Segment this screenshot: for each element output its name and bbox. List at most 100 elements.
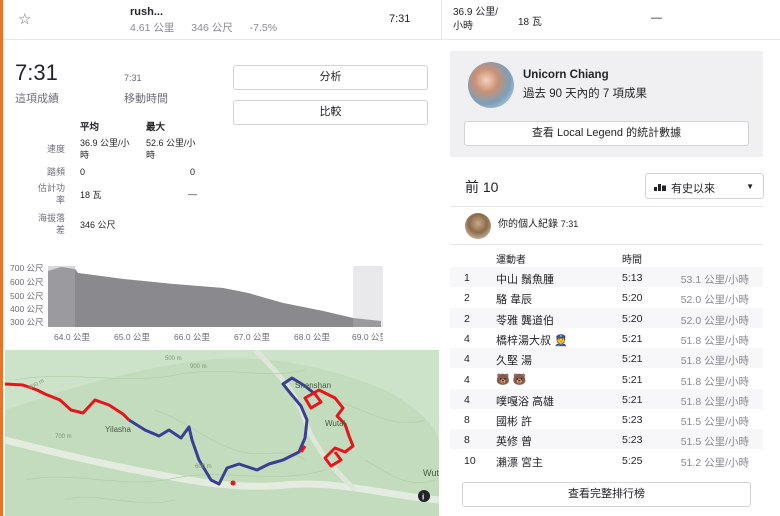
effort-time[interactable]: 5:13 bbox=[622, 272, 642, 284]
table-row[interactable]: 1 中山 鬚魚腫 5:13 53.1 公里/小時 bbox=[450, 267, 763, 287]
effort-speed: 51.8 公里/小時 bbox=[680, 375, 749, 388]
analysis-button[interactable]: 分析 bbox=[233, 65, 428, 90]
effort-time[interactable]: 5:23 bbox=[622, 434, 642, 446]
y-tick: 500 公尺 bbox=[10, 291, 44, 301]
effort-speed: 51.8 公里/小時 bbox=[680, 355, 749, 368]
elapsed-time: 7:31 bbox=[15, 60, 58, 85]
full-leaderboard-button[interactable]: 查看完整排行榜 bbox=[462, 482, 751, 507]
divider bbox=[441, 0, 442, 40]
effort-details: 7:31 這項成績 7:31 移動時間 分析 比較 平均 最大 速度 36.9 … bbox=[3, 41, 439, 516]
rank: 1 bbox=[464, 272, 470, 284]
segment-time: 7:31 bbox=[389, 13, 411, 25]
avatar[interactable] bbox=[468, 62, 514, 108]
table-row[interactable]: 4 噗嘎浴 高雄 5:21 51.8 公里/小時 bbox=[450, 388, 763, 409]
athlete-name[interactable]: 駱 韋辰 bbox=[496, 291, 532, 307]
svg-text:i: i bbox=[422, 493, 424, 502]
x-tick: 69.0 公里 bbox=[352, 332, 383, 342]
map-label-wut: Wut bbox=[423, 468, 439, 478]
x-tick: 67.0 公里 bbox=[234, 332, 270, 342]
rank: 2 bbox=[464, 292, 470, 305]
segment-name[interactable]: rush... bbox=[130, 6, 163, 18]
leaderboard-rows: 1 中山 鬚魚腫 5:13 53.1 公里/小時 2 駱 韋辰 5:20 52.0 公里/小時… bbox=[450, 267, 763, 470]
elevation-profile[interactable]: 700 公尺 600 公尺 500 公尺 400 公尺 300 公尺 64.0 … bbox=[3, 261, 383, 349]
effort-time[interactable]: 5:25 bbox=[622, 455, 642, 467]
local-legend-name[interactable]: Unicorn Chiang bbox=[523, 69, 609, 81]
segment-distance: 4.61 公里 bbox=[130, 22, 175, 34]
table-row[interactable]: 2 駱 韋辰 5:20 52.0 公里/小時 bbox=[450, 287, 763, 307]
athlete-name[interactable]: 苓雅 龔道伯 bbox=[496, 312, 554, 328]
effort-time[interactable]: 5:21 bbox=[622, 333, 642, 345]
rank: 4 bbox=[464, 332, 470, 345]
effort-speed: 51.8 公里/小時 bbox=[680, 395, 749, 408]
effort-speed: 52.0 公里/小時 bbox=[680, 294, 749, 307]
map-label-yilasha: Yilasha bbox=[105, 425, 131, 434]
contour-label: 700 m bbox=[55, 434, 72, 440]
table-row[interactable]: 8 國彬 許 5:23 51.5 公里/小時 bbox=[450, 409, 763, 429]
stat-avg-cadence: 0 bbox=[80, 167, 86, 177]
athlete-name[interactable]: 久堅 湯 bbox=[496, 352, 532, 368]
athlete-name[interactable]: 噗嘎浴 高雄 bbox=[496, 393, 554, 409]
rank: 4 bbox=[464, 393, 470, 406]
elapsed-label: 這項成績 bbox=[15, 93, 59, 105]
col-time: 時間 bbox=[622, 255, 642, 266]
stats-col-avg: 平均 bbox=[80, 122, 100, 133]
effort-time[interactable]: 5:21 bbox=[622, 353, 642, 365]
map-canvas[interactable]: Shenshan Yilasha Wutai Wut 800 m 900 m 7… bbox=[5, 350, 439, 516]
table-row[interactable]: 4 橋梓湯大叔 👮 5:21 51.8 公里/小時 bbox=[450, 328, 763, 348]
bar-chart-icon bbox=[654, 184, 666, 191]
y-tick: 400 公尺 bbox=[10, 304, 44, 314]
table-row[interactable]: 2 苓雅 龔道伯 5:20 52.0 公里/小時 bbox=[450, 307, 763, 328]
athlete-name[interactable]: 🐻 🐻 bbox=[496, 373, 526, 386]
athlete-name[interactable]: 瀨漂 宮主 bbox=[496, 454, 543, 470]
stat-label-power: 估計功率 bbox=[37, 183, 65, 205]
elevation-segment-fill bbox=[75, 269, 353, 327]
y-tick: 600 公尺 bbox=[10, 277, 44, 287]
stat-max-power: — bbox=[188, 189, 197, 199]
segment-map[interactable]: Shenshan Yilasha Wutai Wut 800 m 900 m 7… bbox=[5, 350, 439, 516]
segment-speed: 36.9 公里/小時 bbox=[453, 7, 499, 32]
table-row[interactable]: 8 英修 曾 5:23 51.5 公里/小時 bbox=[450, 429, 763, 450]
athlete-name[interactable]: 英修 曾 bbox=[496, 433, 532, 449]
stat-label-cadence: 踏頻 bbox=[46, 167, 65, 177]
stat-label-speed: 速度 bbox=[46, 144, 65, 154]
table-row[interactable]: 10 瀨漂 宮主 5:25 51.2 公里/小時 bbox=[450, 450, 763, 470]
contour-label: 900 m bbox=[190, 364, 207, 370]
moving-time: 7:31 bbox=[124, 73, 142, 83]
local-legend-card: Unicorn Chiang 過去 90 天內的 7 項成果 查看 Local … bbox=[450, 51, 763, 157]
local-legend-stats-button[interactable]: 查看 Local Legend 的統計數據 bbox=[464, 121, 749, 146]
rank: 8 bbox=[464, 434, 470, 447]
table-row[interactable]: 4 久堅 湯 5:21 51.8 公里/小時 bbox=[450, 348, 763, 369]
rank: 4 bbox=[464, 353, 470, 366]
effort-time[interactable]: 5:21 bbox=[622, 394, 642, 406]
segment-stats: 4.61 公里 346 公尺 -7.5% bbox=[130, 20, 291, 35]
rank: 4 bbox=[464, 373, 470, 386]
compare-button[interactable]: 比較 bbox=[233, 100, 428, 125]
stat-elevation: 346 公尺 bbox=[80, 220, 116, 230]
map-label-wutai: Wutai bbox=[325, 419, 346, 428]
athlete-name[interactable]: 橋梓湯大叔 👮 bbox=[496, 332, 568, 348]
pr-time: 7:31 bbox=[560, 219, 579, 229]
segment-row[interactable]: ☆ rush... 4.61 公里 346 公尺 -7.5% 7:31 36.9… bbox=[3, 0, 780, 40]
x-tick: 68.0 公里 bbox=[294, 332, 330, 342]
effort-time[interactable]: 5:23 bbox=[622, 414, 642, 426]
effort-time[interactable]: 5:20 bbox=[622, 313, 642, 325]
elevation-after-segment bbox=[353, 266, 383, 327]
effort-time[interactable]: 5:20 bbox=[622, 292, 642, 304]
map-label-shenshan: Shenshan bbox=[295, 381, 331, 390]
contour-label: 600 m bbox=[195, 464, 212, 470]
effort-speed: 53.1 公里/小時 bbox=[680, 274, 749, 286]
stats-col-max: 最大 bbox=[146, 122, 166, 133]
athlete-name[interactable]: 國彬 許 bbox=[496, 413, 532, 429]
pr-label: 你的個人紀錄 bbox=[498, 219, 558, 230]
leaderboard-panel: Unicorn Chiang 過去 90 天內的 7 項成果 查看 Local … bbox=[450, 51, 764, 516]
athlete-name[interactable]: 中山 鬚魚腫 bbox=[496, 271, 554, 287]
rank: 2 bbox=[464, 312, 470, 325]
stat-label-elevation: 海拔落差 bbox=[37, 213, 65, 235]
table-row[interactable]: 4 🐻 🐻 5:21 51.8 公里/小時 bbox=[450, 369, 763, 389]
leaderboard-filter-select[interactable]: 有史以來 ▼ bbox=[645, 173, 764, 199]
star-icon[interactable]: ☆ bbox=[18, 10, 31, 28]
personal-record: 你的個人紀錄 7:31 bbox=[498, 215, 578, 230]
effort-time[interactable]: 5:21 bbox=[622, 374, 642, 386]
local-legend-subtitle: 過去 90 天內的 7 項成果 bbox=[523, 88, 647, 100]
effort-speed: 51.5 公里/小時 bbox=[680, 416, 749, 429]
